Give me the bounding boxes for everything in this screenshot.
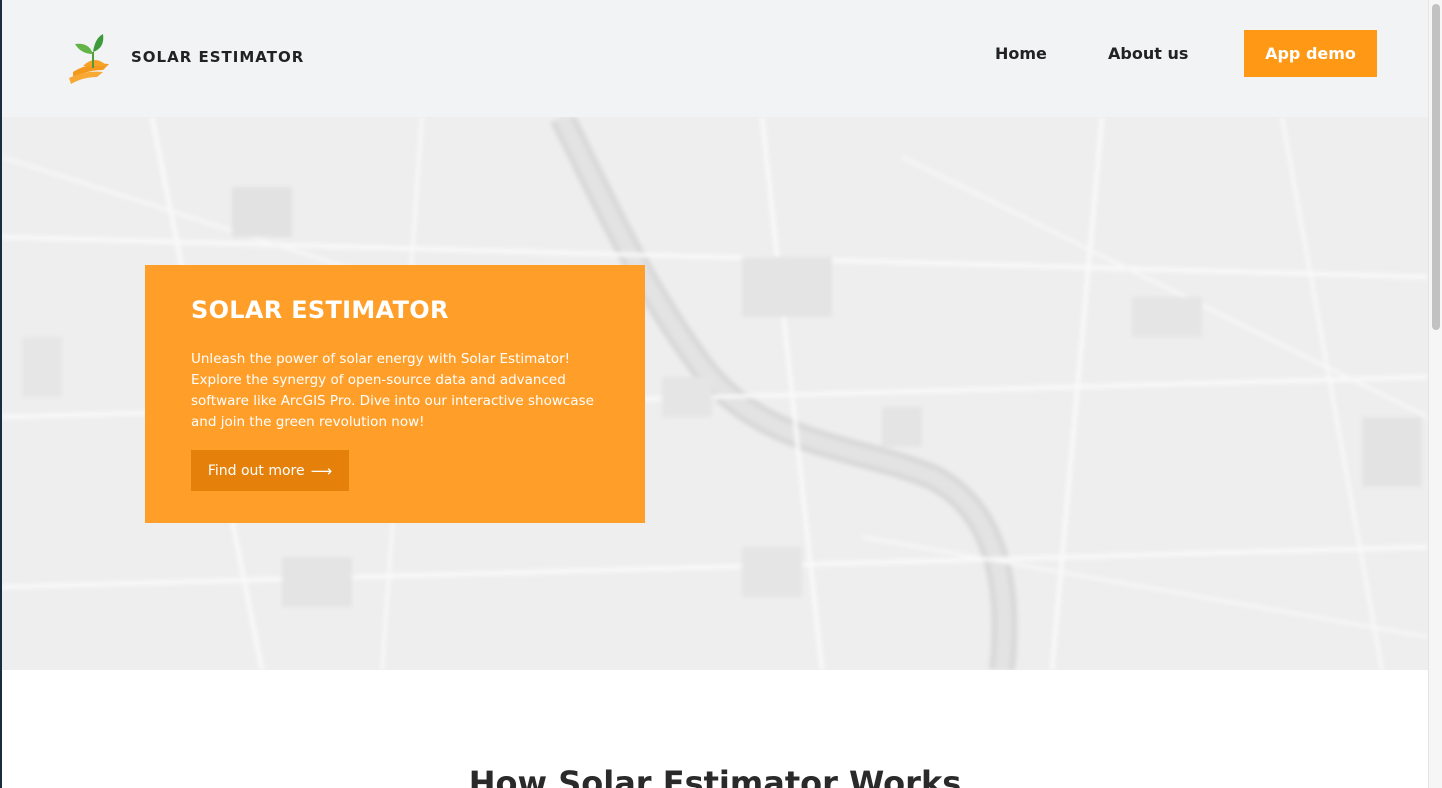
hero-section: SOLAR ESTIMATOR Unleash the power of sol… <box>2 117 1428 670</box>
find-out-more-label: Find out more <box>207 462 305 479</box>
nav-about-link[interactable]: About us <box>1108 44 1188 63</box>
app-demo-button[interactable]: App demo <box>1244 30 1377 77</box>
page-scrollbar[interactable] <box>1428 0 1442 788</box>
hero-description: Unleash the power of solar energy with S… <box>191 351 594 430</box>
arrow-right-icon: ⟶ <box>310 461 333 480</box>
find-out-more-button[interactable]: Find out more ⟶ <box>191 450 349 491</box>
brand-name[interactable]: SOLAR ESTIMATOR <box>131 48 304 66</box>
page: SOLAR ESTIMATOR Home About us App demo S… <box>0 0 1442 788</box>
hero-title: SOLAR ESTIMATOR <box>191 296 449 324</box>
nav-home-link[interactable]: Home <box>995 44 1047 63</box>
hero-card: SOLAR ESTIMATOR Unleash the power of sol… <box>145 265 645 523</box>
sprout-sun-logo-icon[interactable] <box>59 32 113 86</box>
section-title: How Solar Estimator Works <box>468 764 962 788</box>
site-header: SOLAR ESTIMATOR Home About us App demo <box>2 0 1428 117</box>
scrollbar-thumb[interactable] <box>1432 4 1440 330</box>
